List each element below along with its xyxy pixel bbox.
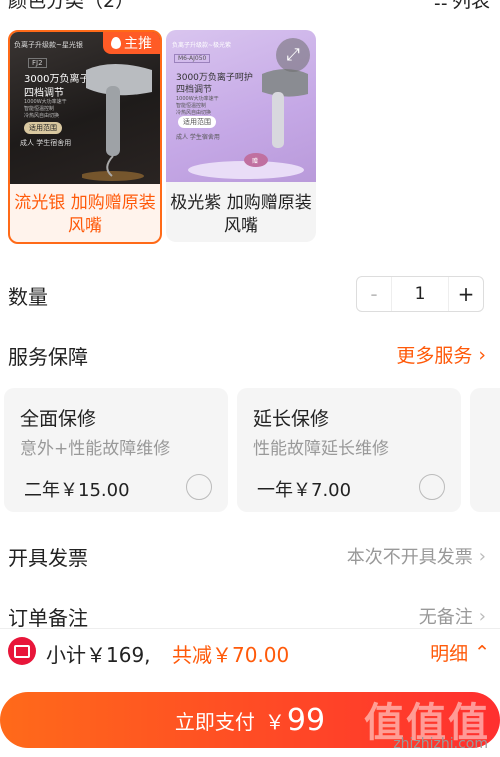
image-model: FJ2	[28, 58, 47, 68]
recommended-badge: 主推	[103, 32, 160, 54]
product-image-silver: 负离子升级款~星光银 FJ2 3000万负离子呵护 四档调节 1000W大功率速…	[10, 32, 160, 184]
service-radio[interactable]	[419, 474, 445, 500]
quantity-stepper[interactable]: - 1 +	[356, 276, 484, 312]
image-top-tag: 负离子升级款~星光银	[14, 41, 83, 49]
image-bullet: 1000W大功率速干	[24, 99, 67, 105]
remark-value: 无备注	[418, 607, 473, 628]
service-card-title: 全面保修	[20, 408, 97, 430]
image-bullet: 智能恒温控制	[24, 106, 55, 112]
image-pill: 适用范围	[24, 122, 62, 134]
color-option-purple[interactable]: 负离子升级款~极光紫 M6-AJ050 3000万负离子呵护 四档调节 1000…	[166, 30, 316, 242]
remark-selector[interactable]: 无备注 ›	[419, 603, 486, 629]
service-card-partial[interactable]	[470, 388, 500, 512]
color-section-title: 颜色分类（2）	[8, 0, 135, 12]
view-toggle-label: 列表	[451, 0, 490, 12]
chevron-right-icon: ›	[478, 343, 486, 366]
detail-label: 明细	[430, 643, 469, 665]
color-option-label: 极光紫 加购赠原装风嘴	[170, 193, 312, 236]
service-card-price: 二年￥15.00	[24, 480, 130, 501]
quantity-value[interactable]: 1	[392, 277, 448, 311]
service-card-desc: 意外+性能故障维修	[20, 439, 171, 459]
more-services-link[interactable]: 更多服务 ›	[396, 341, 486, 368]
color-option-silver[interactable]: 负离子升级款~星光银 FJ2 3000万负离子呵护 四档调节 1000W大功率速…	[8, 30, 162, 244]
recommended-badge-label: 主推	[124, 36, 152, 52]
service-card-desc: 性能故障延长维修	[253, 439, 389, 459]
service-card-title: 延长保修	[253, 408, 330, 430]
pay-currency: ￥	[264, 709, 285, 734]
image-subheadline: 四档调节	[24, 88, 64, 99]
detail-toggle[interactable]: 明细 ⌃	[430, 639, 490, 666]
watermark-url: zhizhizhi.com	[393, 736, 488, 752]
chevron-up-icon: ⌃	[474, 641, 490, 664]
service-radio[interactable]	[186, 474, 212, 500]
color-option-label: 流光银 加购赠原装风嘴	[14, 193, 156, 236]
quantity-label: 数量	[8, 285, 48, 309]
chevron-right-icon: ›	[478, 605, 486, 627]
flame-icon	[111, 37, 121, 49]
view-toggle[interactable]: ☷ 列表	[434, 0, 490, 13]
more-services-label: 更多服务	[396, 345, 473, 367]
image-footer: 成人 学生宿舍用	[20, 139, 72, 147]
image-top-tag: 负离子升级款~极光紫	[172, 42, 232, 49]
invoice-value: 本次不开具发票	[346, 547, 473, 568]
service-card-full-warranty[interactable]: 全面保修 意外+性能故障维修 二年￥15.00	[4, 388, 228, 512]
expand-icon[interactable]: ⤢	[276, 38, 310, 72]
list-icon: ☷	[434, 0, 448, 9]
quantity-decrease-button[interactable]: -	[357, 277, 392, 311]
coupon-icon	[8, 637, 36, 665]
nozzle-gift-label: 赠	[252, 157, 258, 165]
hair-dryer-silver-illustration	[82, 64, 152, 181]
subtotal-text: 小计￥169,	[46, 643, 151, 667]
discount-text: 共减￥70.00	[172, 643, 290, 667]
quantity-increase-button[interactable]: +	[448, 277, 483, 311]
remark-label: 订单备注	[8, 606, 88, 630]
service-label: 服务保障	[8, 345, 88, 369]
invoice-selector[interactable]: 本次不开具发票 ›	[347, 543, 486, 569]
service-card-price: 一年￥7.00	[257, 480, 352, 501]
invoice-label: 开具发票	[8, 546, 88, 570]
pay-amount: 99	[286, 702, 326, 738]
service-card-extended-warranty[interactable]: 延长保修 性能故障延长维修 一年￥7.00	[237, 388, 461, 512]
pay-now-label: 立即支付	[174, 709, 255, 734]
image-bullet: 冷热风自由切换	[24, 113, 60, 119]
product-image-purple: 负离子升级款~极光紫 M6-AJ050 3000万负离子呵护 四档调节 1000…	[166, 30, 316, 182]
chevron-right-icon: ›	[478, 545, 486, 567]
hair-dryer-purple-illustration: 赠	[188, 69, 308, 179]
